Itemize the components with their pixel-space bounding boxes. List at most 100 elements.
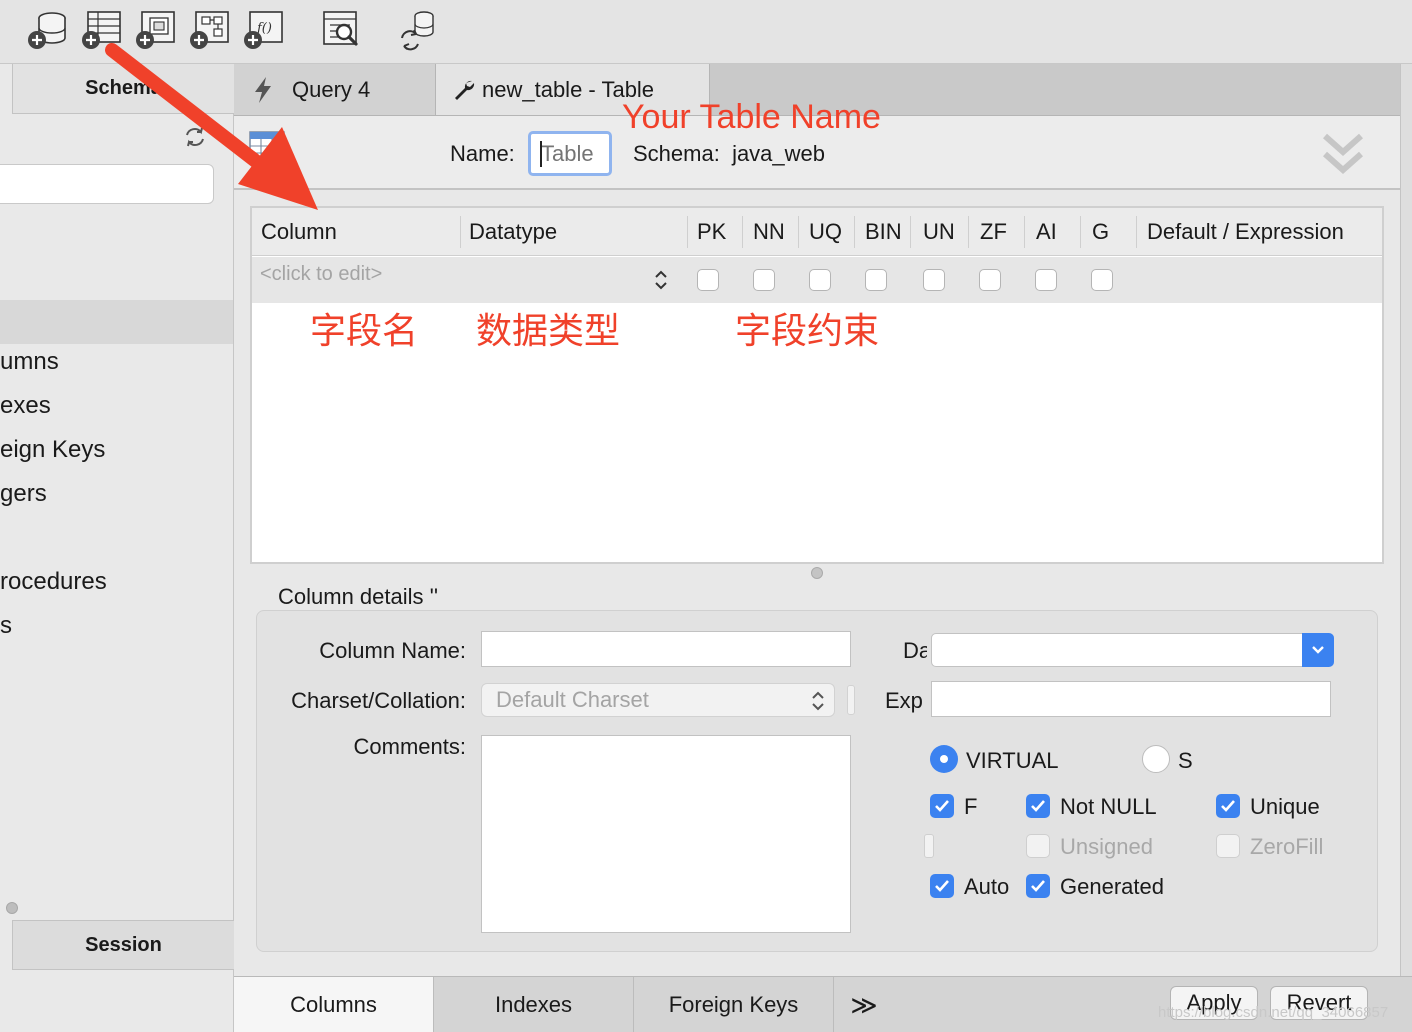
nn-checkbox[interactable] [753, 269, 775, 291]
pk-checkbox[interactable] [697, 269, 719, 291]
schema-value: java_web [732, 141, 826, 166]
not-null-checkbox[interactable] [1026, 794, 1050, 818]
expression-field[interactable] [931, 681, 1331, 717]
splitter-handle[interactable] [811, 567, 823, 579]
sidebar-item-columns[interactable]: umns [0, 348, 59, 376]
collapse-chevron-icon[interactable] [1322, 132, 1364, 176]
new-schema-icon[interactable] [26, 8, 70, 52]
header-divider[interactable] [1136, 216, 1137, 248]
text-caret [540, 141, 542, 167]
stored-radio[interactable] [1142, 745, 1170, 773]
unsigned-checkbox[interactable] [1026, 834, 1050, 858]
header-un[interactable]: UN [923, 208, 955, 256]
watermark: https://blog.csdn.net/qq_34066857 [1158, 1004, 1389, 1021]
header-column[interactable]: Column [261, 208, 337, 256]
tab-indexes[interactable]: Indexes [434, 977, 634, 1032]
checkmark-icon [1031, 800, 1045, 812]
datatype-label: Da [903, 638, 927, 663]
zf-checkbox[interactable] [979, 269, 1001, 291]
navigator-sidebar: Schema umns exes eign Keys gers rocedure… [0, 64, 234, 1032]
header-datatype[interactable]: Datatype [469, 208, 557, 256]
header-divider[interactable] [910, 216, 911, 248]
header-nn[interactable]: NN [753, 208, 785, 256]
new-procedure-icon[interactable] [188, 8, 232, 52]
primary-key-checkbox[interactable] [930, 794, 954, 818]
header-divider[interactable] [968, 216, 969, 248]
header-divider[interactable] [854, 216, 855, 248]
more-tabs-button[interactable]: ≫ [834, 977, 894, 1032]
sidebar-item-triggers[interactable]: gers [0, 480, 47, 508]
header-divider[interactable] [798, 216, 799, 248]
schema-label-text: Schema: [633, 141, 720, 166]
session-tab[interactable]: Session [12, 920, 234, 970]
header-divider[interactable] [1024, 216, 1025, 248]
new-table-icon[interactable] [80, 8, 124, 52]
comments-label: Comments: [353, 734, 466, 759]
auto-increment-checkbox[interactable] [930, 874, 954, 898]
virtual-radio[interactable] [930, 745, 958, 773]
tab-columns[interactable]: Columns [234, 977, 434, 1032]
stored-label: S [1178, 748, 1193, 773]
reconnect-icon[interactable] [398, 8, 442, 52]
annotation-field-name: 字段名 [310, 310, 419, 351]
sidebar-item-indexes[interactable]: exes [0, 392, 51, 420]
header-ai[interactable]: AI [1036, 208, 1057, 256]
schemas-tab[interactable]: Schema [12, 64, 234, 114]
checkmark-icon [1031, 880, 1045, 892]
schema-label: Schema: java_web [633, 141, 825, 167]
refresh-icon[interactable] [184, 126, 206, 148]
datatype-field[interactable] [931, 633, 1303, 667]
zerofill-checkbox[interactable] [1216, 834, 1240, 858]
unique-checkbox[interactable] [1216, 794, 1240, 818]
header-bin[interactable]: BIN [865, 208, 902, 256]
sidebar-selected-row[interactable] [0, 300, 233, 344]
lightning-icon [252, 76, 274, 104]
annotation-constraints: 字段约束 [735, 310, 880, 351]
tab-query-label: Query 4 [292, 76, 371, 102]
generated-checkbox[interactable] [1026, 874, 1050, 898]
header-divider[interactable] [460, 216, 461, 248]
datatype-dropdown-button[interactable] [1302, 633, 1334, 667]
charset-value: Default Charset [496, 687, 649, 712]
header-g[interactable]: G [1092, 208, 1109, 256]
header-zf[interactable]: ZF [980, 208, 1007, 256]
name-label: Name: [450, 141, 515, 166]
binary-checkbox-stub[interactable] [924, 834, 934, 858]
virtual-label: VIRTUAL [966, 748, 1059, 773]
sidebar-item-functions[interactable]: s [0, 612, 12, 640]
annotation-table-name: Your Table Name [622, 98, 881, 136]
tab-query[interactable]: Query 4 [234, 64, 436, 115]
header-pk[interactable]: PK [697, 208, 726, 256]
comments-textarea[interactable] [481, 735, 851, 933]
new-view-icon[interactable] [134, 8, 178, 52]
header-uq[interactable]: UQ [809, 208, 842, 256]
table-row[interactable]: <click to edit> [252, 257, 1382, 303]
annotation-data-type: 数据类型 [476, 310, 621, 351]
header-divider[interactable] [1080, 216, 1081, 248]
bin-checkbox[interactable] [865, 269, 887, 291]
schema-filter-input[interactable] [0, 164, 214, 204]
charset-label: Charset/Collation: [291, 688, 466, 713]
charset-select[interactable]: Default Charset [481, 683, 835, 717]
sidebar-item-foreign-keys[interactable]: eign Keys [0, 436, 105, 464]
table-inspector-icon[interactable] [320, 8, 364, 52]
not-null-label: Not NULL [1060, 794, 1157, 819]
columns-grid[interactable]: Column Datatype PK NN UQ BIN UN ZF AI G … [250, 206, 1384, 564]
sidebar-item-stored-procedures[interactable]: rocedures [0, 568, 107, 596]
datatype-stepper-icon[interactable] [652, 267, 670, 293]
g-checkbox[interactable] [1091, 269, 1113, 291]
sidebar-resize-handle[interactable] [6, 902, 18, 914]
un-checkbox[interactable] [923, 269, 945, 291]
right-panel-edge [1400, 64, 1412, 984]
tab-foreign-keys[interactable]: Foreign Keys [634, 977, 834, 1032]
new-function-icon[interactable]: f() [242, 8, 286, 52]
click-to-edit-placeholder[interactable]: <click to edit> [260, 263, 382, 286]
generated-label: Generated [1060, 874, 1164, 899]
header-divider[interactable] [742, 216, 743, 248]
header-divider[interactable] [687, 216, 688, 248]
column-name-field[interactable] [481, 631, 851, 667]
uq-checkbox[interactable] [809, 269, 831, 291]
collation-select-stub[interactable] [847, 685, 855, 715]
header-default[interactable]: Default / Expression [1147, 208, 1344, 256]
ai-checkbox[interactable] [1035, 269, 1057, 291]
